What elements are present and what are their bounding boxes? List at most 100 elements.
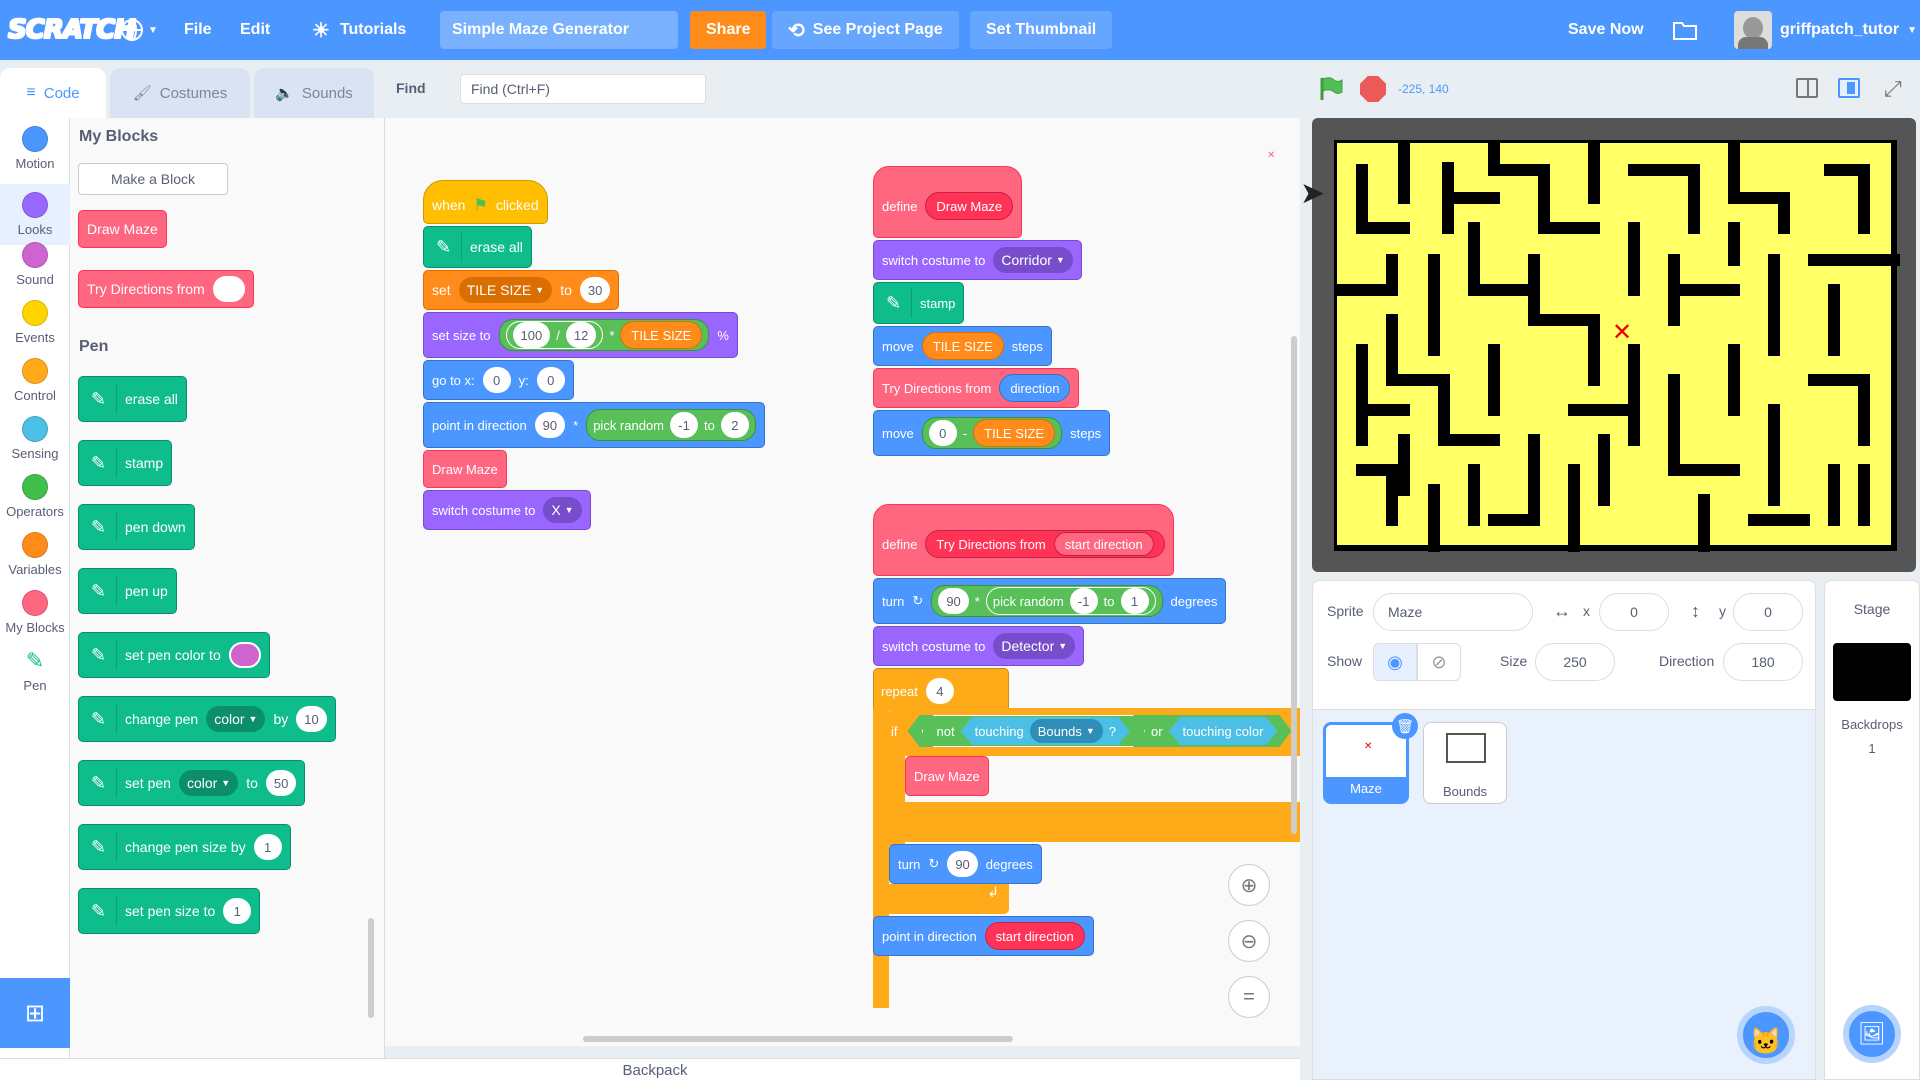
- tab-code[interactable]: ≡ Code: [0, 68, 106, 118]
- zoom-in-icon[interactable]: ⊕: [1228, 864, 1270, 906]
- draw-maze-call-block[interactable]: Draw Maze: [423, 450, 507, 488]
- palette-pen-down-block[interactable]: ✎ pen down: [78, 504, 195, 550]
- define-draw-maze-block[interactable]: define Draw Maze: [873, 166, 1023, 238]
- number-input[interactable]: 0: [482, 367, 511, 393]
- direction-reporter[interactable]: direction: [999, 374, 1071, 402]
- fullscreen-icon[interactable]: ⤢: [1884, 76, 1902, 102]
- tab-costumes[interactable]: 🖌 Costumes: [110, 68, 250, 118]
- add-sprite-cat-icon[interactable]: 🐱: [1737, 1006, 1795, 1064]
- palette-set-pen-size-block[interactable]: ✎ set pen size to 1: [78, 888, 261, 934]
- y-input[interactable]: 0: [1733, 593, 1803, 631]
- pick-random-operator[interactable]: pick random -1 to 1: [985, 587, 1156, 615]
- not-operator[interactable]: not touching Bounds ▼?: [922, 715, 1145, 747]
- multiply-operator[interactable]: 100 / 12 * TILE SIZE: [498, 319, 710, 351]
- palette-try-directions-block[interactable]: Try Directions from: [78, 270, 254, 308]
- turn-block[interactable]: turn ↻ 90 * pick random -1 to 1 degrees: [873, 578, 1227, 624]
- my-stuff-folder-icon[interactable]: [1672, 0, 1698, 60]
- palette-set-pen-block[interactable]: ✎ set pen color ▼ to 50: [78, 760, 306, 806]
- category-pen[interactable]: ✎ Pen: [0, 648, 70, 693]
- language-menu[interactable]: ▼: [120, 0, 158, 60]
- scratch-logo[interactable]: SCRATCH: [8, 0, 136, 60]
- palette-change-pen-block[interactable]: ✎ change pen color ▼ by 10: [78, 696, 336, 742]
- category-variables[interactable]: Variables: [0, 532, 70, 577]
- category-my-blocks[interactable]: My Blocks: [0, 590, 70, 635]
- project-title-input[interactable]: Simple Maze Generator: [440, 11, 678, 49]
- backdrop-thumbnail[interactable]: [1833, 643, 1911, 701]
- tab-sounds[interactable]: 🔈 Sounds: [254, 68, 374, 118]
- set-size-block[interactable]: set size to 100 / 12 * TILE SIZE%: [423, 312, 738, 358]
- start-direction-reporter[interactable]: start direction: [984, 922, 1085, 950]
- touching-dropdown[interactable]: Bounds ▼: [1030, 719, 1103, 743]
- turn-90-block[interactable]: turn ↻ 90 degrees: [889, 844, 1042, 884]
- sprite-tile-bounds[interactable]: Bounds: [1423, 722, 1507, 804]
- move-back-block[interactable]: move 0- TILE SIZE steps: [873, 410, 1111, 456]
- point-in-start-direction-block[interactable]: point in direction start direction: [873, 916, 1094, 956]
- large-stage-icon[interactable]: [1838, 78, 1860, 98]
- color-swatch[interactable]: [228, 642, 261, 668]
- try-directions-call-block[interactable]: Try Directions from direction: [873, 368, 1080, 408]
- number-input[interactable]: -1: [1069, 588, 1098, 614]
- number-input[interactable]: 1: [223, 898, 252, 924]
- tile-size-reporter[interactable]: TILE SIZE: [620, 321, 703, 349]
- number-input[interactable]: 4: [925, 678, 954, 704]
- move-steps-block[interactable]: move TILE SIZE steps: [873, 326, 1052, 366]
- color-dropdown[interactable]: color ▼: [178, 770, 239, 796]
- touching-bounds-sensor[interactable]: touching Bounds ▼?: [961, 717, 1130, 745]
- file-menu[interactable]: File: [184, 0, 212, 60]
- costume-dropdown[interactable]: Corridor ▼: [993, 247, 1073, 273]
- palette-erase-all-block[interactable]: ✎ erase all: [78, 376, 187, 422]
- costume-dropdown[interactable]: Detector ▼: [993, 633, 1076, 659]
- stamp-block[interactable]: ✎ stamp: [873, 282, 965, 324]
- find-input[interactable]: Find (Ctrl+F): [460, 74, 706, 104]
- direction-input[interactable]: 180: [1723, 643, 1803, 681]
- number-input[interactable]: 10: [296, 706, 327, 732]
- zoom-reset-icon[interactable]: =: [1228, 976, 1270, 1018]
- palette-set-pen-color-block[interactable]: ✎ set pen color to: [78, 632, 270, 678]
- see-project-page-button[interactable]: ⟲ See Project Page: [772, 11, 959, 49]
- size-input[interactable]: 250: [1535, 643, 1615, 681]
- number-input[interactable]: 30: [579, 277, 611, 303]
- category-sensing[interactable]: Sensing: [0, 416, 70, 461]
- number-input[interactable]: 90: [534, 412, 566, 438]
- variable-dropdown[interactable]: TILE SIZE ▼: [458, 277, 553, 303]
- number-input[interactable]: 0: [928, 420, 957, 446]
- number-input[interactable]: 0: [536, 367, 565, 393]
- multiply-operator[interactable]: 90 * pick random -1 to 1: [931, 585, 1163, 617]
- category-looks[interactable]: Looks: [0, 184, 70, 245]
- color-dropdown[interactable]: color ▼: [206, 706, 266, 732]
- category-operators[interactable]: Operators: [0, 474, 70, 519]
- costume-dropdown[interactable]: X ▼: [543, 497, 582, 523]
- show-visible-eye-icon[interactable]: ◉: [1373, 643, 1417, 681]
- touching-color-sensor[interactable]: touching color: [1169, 717, 1278, 745]
- or-operator[interactable]: not touching Bounds ▼? or touching color: [908, 715, 1292, 747]
- palette-stamp-block[interactable]: ✎ stamp: [78, 440, 173, 486]
- tile-size-reporter[interactable]: TILE SIZE: [973, 419, 1056, 447]
- number-input[interactable]: 90: [938, 588, 969, 614]
- palette-change-pen-size-block[interactable]: ✎ change pen size by 1: [78, 824, 291, 870]
- sprite-tile-maze[interactable]: ✕ Maze 🗑: [1323, 713, 1418, 804]
- switch-costume-detector-block[interactable]: switch costume to Detector ▼: [873, 626, 1085, 666]
- make-a-block-button[interactable]: Make a Block: [78, 163, 228, 195]
- stage-target-pane[interactable]: Stage Backdrops 1 🖼: [1824, 580, 1920, 1080]
- save-now-button[interactable]: Save Now: [1568, 0, 1644, 60]
- pick-random-operator[interactable]: pick random -1 to 2: [586, 409, 756, 441]
- edit-menu[interactable]: Edit: [240, 0, 270, 60]
- category-control[interactable]: Control: [0, 358, 70, 403]
- stage[interactable]: ✕: [1312, 118, 1916, 572]
- number-input[interactable]: 1: [253, 834, 282, 860]
- share-button[interactable]: Share: [690, 11, 767, 49]
- palette-pen-up-block[interactable]: ✎ pen up: [78, 568, 177, 614]
- add-backdrop-icon[interactable]: 🖼: [1843, 1005, 1901, 1063]
- x-input[interactable]: 0: [1599, 593, 1669, 631]
- draw-maze-recursive-block[interactable]: Draw Maze: [905, 756, 989, 796]
- switch-costume-corridor-block[interactable]: switch costume to Corridor ▼: [873, 240, 1082, 280]
- number-input[interactable]: 12: [565, 322, 597, 348]
- zoom-out-icon[interactable]: ⊖: [1228, 920, 1270, 962]
- vertical-scrollbar[interactable]: [1291, 336, 1297, 834]
- stop-icon[interactable]: [1360, 76, 1386, 102]
- code-workspace[interactable]: when ⚑ clicked ✎ erase all set TILE SIZE ▼ to 3…: [385, 118, 1300, 1046]
- divide-operator[interactable]: 100 / 12: [505, 321, 604, 349]
- add-extension-button[interactable]: ⊞: [0, 978, 70, 1048]
- tutorials-button[interactable]: ☀ Tutorials: [312, 0, 406, 60]
- define-try-directions-block[interactable]: define Try Directions from start direction: [873, 504, 1174, 576]
